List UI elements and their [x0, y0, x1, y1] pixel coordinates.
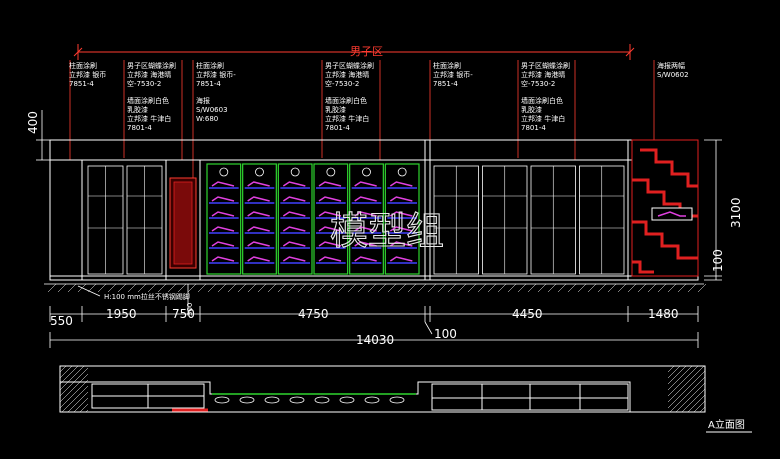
annotation-line: 柱面涂刷 [433, 61, 461, 70]
annotation-line: 男子区蝴蝶涂刷 [521, 61, 570, 70]
annotation-line: 海报 [196, 96, 210, 105]
annotation-line: 海报两幅 [657, 61, 685, 70]
annotation-line: 7801-4 [521, 124, 546, 132]
dim-750: 750 [172, 307, 195, 321]
annotation-line: S/W0603 [196, 106, 228, 114]
annotation-line: 柱面涂刷 [69, 61, 97, 70]
annotation-line: 乳胶漆 [521, 105, 542, 114]
annotation-line: 立邦漆 海港晴 [127, 70, 171, 79]
annotation-line: 墙面涂刷白色 [521, 96, 563, 105]
annotation-line: 7801-4 [325, 124, 350, 132]
annotation-line: 立邦漆 银币- [433, 70, 473, 79]
zigzag-feature-panel [631, 139, 699, 277]
annotation-line: 立邦漆 海港晴 [521, 70, 565, 79]
watermark: 模型组 [330, 209, 444, 253]
drawing-title: A立面图 [708, 418, 745, 431]
annotation-line: 7801-4 [127, 124, 152, 132]
annotation-line: 立邦漆 银币- [196, 70, 236, 79]
annotation-line: 立邦漆 牛津白 [521, 114, 565, 123]
annotation-line: 立邦漆 牛津白 [127, 114, 171, 123]
annotation-line: 男子区蝴蝶涂刷 [127, 61, 176, 70]
annotation-line: 墙面涂刷白色 [325, 96, 367, 105]
annotation-line: 柱面涂刷 [196, 61, 224, 70]
elevation-drawing: 男子区 柱面涂刷 立邦漆 银币 7851-4 男子区蝴蝶涂刷 立邦漆 海港晴 空… [0, 0, 780, 459]
dim-total-width: 14030 [356, 333, 394, 347]
annotation-line: 空-7530-2 [127, 79, 161, 88]
dim-total-height: 3100 [729, 197, 743, 228]
dim-1480: 1480 [648, 307, 679, 321]
annotation-line: 墙面涂刷白色 [127, 96, 169, 105]
annotation-line: 空-7530-2 [521, 79, 555, 88]
dim-550: 550 [50, 314, 73, 328]
dim-1950: 1950 [106, 307, 137, 321]
baseboard-note-text: H:100 mm拉丝不锈钢踢脚 [104, 292, 190, 301]
dim-base-height: 100 [711, 249, 725, 272]
annotation-line: 空-7530-2 [325, 79, 359, 88]
annotation-line: 立邦漆 海港晴 [325, 70, 369, 79]
zone-label: 男子区 [350, 45, 383, 58]
annotation-line: 7851-4 [433, 80, 458, 88]
annotation-line: W:680 [196, 115, 218, 123]
annotation-line: 7851-4 [69, 80, 94, 88]
annotation-line: 乳胶漆 [325, 105, 346, 114]
dim-left-height: 400 [26, 111, 40, 134]
annotation-line: S/W0602 [657, 71, 689, 79]
red-poster-panel [169, 177, 197, 269]
annotation-line: 乳胶漆 [127, 105, 148, 114]
dim-4450: 4450 [512, 307, 543, 321]
dim-4750: 4750 [298, 307, 329, 321]
annotation-line: 立邦漆 牛津白 [325, 114, 369, 123]
annotation-line: 男子区蝴蝶涂刷 [325, 61, 374, 70]
annotation-line: 7851-4 [196, 80, 221, 88]
annotation-line: 立邦漆 银币 [69, 70, 106, 79]
dim-100: 100 [434, 327, 457, 341]
